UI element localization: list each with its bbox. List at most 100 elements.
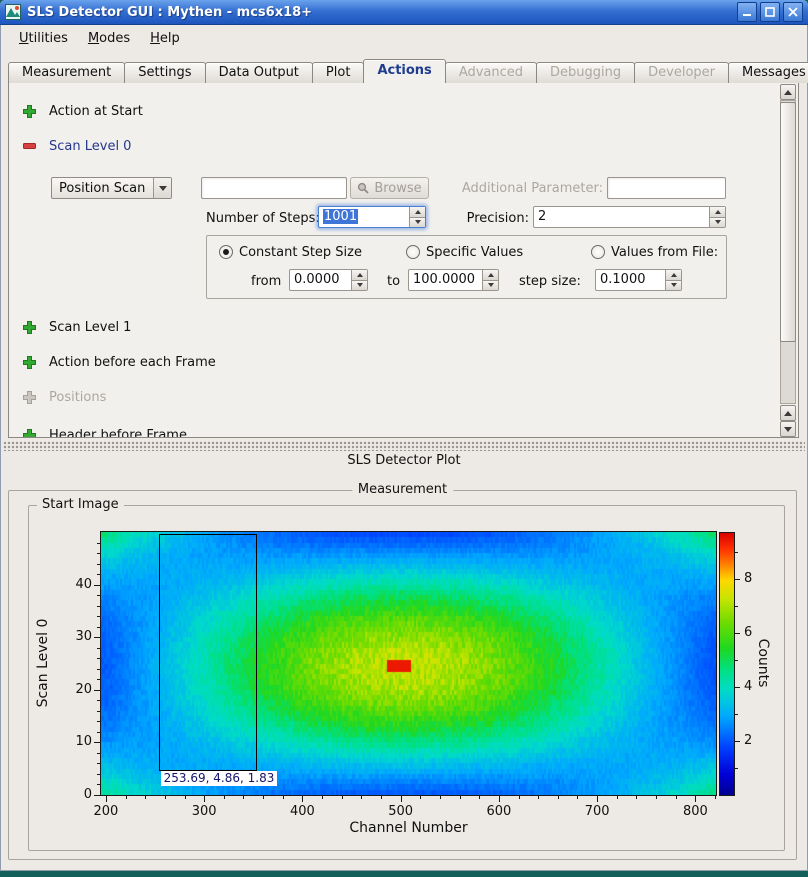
x-tick [302, 796, 303, 802]
spin-down-button[interactable] [665, 280, 681, 291]
spin-down-button[interactable] [351, 280, 367, 291]
x-tick-label: 500 [381, 804, 421, 820]
plus-icon[interactable] [23, 429, 36, 438]
radio-values-from-file[interactable]: Values from File: [591, 244, 718, 260]
minimize-button[interactable] [737, 2, 757, 22]
cursor-readout: 253.69, 4.86, 1.83 [161, 771, 278, 786]
minus-icon[interactable] [23, 143, 36, 150]
spin-up-icon [715, 210, 721, 214]
spin-down-button[interactable] [482, 280, 498, 291]
zoom-selection-rect [159, 534, 258, 771]
y-tick-label: 20 [52, 682, 92, 698]
y-tick-label: 0 [52, 787, 92, 803]
action-item-scan-level-0[interactable]: Scan Level 0 [23, 138, 131, 155]
action-item-label: Scan Level 0 [49, 139, 131, 154]
minimize-icon [742, 7, 752, 17]
x-minor-tick [263, 796, 264, 799]
precision-label: Precision: [457, 210, 529, 227]
from-label: from [251, 273, 281, 290]
plus-icon[interactable] [23, 321, 36, 334]
y-minor-tick [97, 679, 100, 680]
action-item-at-start[interactable]: Action at Start [23, 103, 143, 120]
x-minor-tick [460, 796, 461, 799]
spin-down-button[interactable] [409, 217, 425, 228]
splitter-handle[interactable] [3, 441, 805, 451]
tab-plot[interactable]: Plot [312, 62, 365, 83]
menu-utilities[interactable]: Utilities [11, 28, 76, 49]
spin-up-button[interactable] [409, 207, 425, 217]
spin-down-button[interactable] [709, 217, 725, 228]
scrollbar-thumb[interactable] [780, 102, 796, 342]
step-size-spinbox[interactable]: 0.1000 [595, 269, 682, 291]
close-icon [788, 7, 798, 17]
spin-up-button[interactable] [709, 207, 725, 217]
colorbar-tick [735, 579, 740, 580]
tab-debugging: Debugging [536, 62, 635, 83]
scan-mode-select[interactable]: Position Scan [51, 177, 172, 199]
y-minor-tick [97, 721, 100, 722]
radio-icon[interactable] [591, 245, 605, 259]
action-item-positions: Positions [23, 389, 106, 406]
x-minor-tick [165, 796, 166, 799]
tab-measurement[interactable]: Measurement [8, 62, 125, 83]
number-of-steps-spinbox[interactable]: 1001 [318, 206, 426, 228]
start-image-groupbox: Start Image Scan Level 0 Channel Number … [28, 505, 785, 851]
tab-actions[interactable]: Actions [363, 59, 445, 83]
spin-down-icon [415, 220, 421, 224]
number-of-steps-label: Number of Steps: [206, 210, 314, 227]
y-minor-tick [97, 774, 100, 775]
action-item-header-before-frame[interactable]: Header before Frame [23, 427, 187, 438]
spin-up-button[interactable] [482, 270, 498, 280]
radio-icon[interactable] [219, 245, 233, 259]
x-minor-tick [558, 796, 559, 799]
radio-specific-values[interactable]: Specific Values [406, 244, 523, 260]
from-spinbox[interactable]: 0.0000 [289, 269, 368, 291]
tab-data-output[interactable]: Data Output [205, 62, 313, 83]
combo-drop-button[interactable] [153, 178, 171, 198]
plus-icon[interactable] [23, 356, 36, 369]
scroll-up-button-2[interactable] [780, 405, 796, 421]
y-tick-label: 30 [52, 629, 92, 645]
colorbar-minor-tick [735, 606, 738, 607]
y-minor-tick [97, 669, 100, 670]
precision-spinbox[interactable]: 2 [533, 206, 726, 228]
tab-developer: Developer [634, 62, 729, 83]
menu-help[interactable]: Help [142, 28, 188, 49]
tab-messages[interactable]: Messages [728, 62, 808, 83]
x-minor-tick [283, 796, 284, 799]
x-minor-tick [440, 796, 441, 799]
title-bar[interactable]: SLS Detector GUI : Mythen - mcs6x18+ [0, 0, 808, 25]
spin-up-button[interactable] [351, 270, 367, 280]
maximize-button[interactable] [760, 2, 780, 22]
scroll-down-button[interactable] [780, 421, 796, 437]
browse-button: Browse [350, 177, 429, 199]
action-item-before-each-frame[interactable]: Action before each Frame [23, 354, 216, 371]
action-item-label: Header before Frame [49, 428, 187, 438]
x-minor-tick [126, 796, 127, 799]
radio-icon[interactable] [406, 245, 420, 259]
to-spinbox[interactable]: 100.0000 [408, 269, 499, 291]
y-minor-tick [97, 564, 100, 565]
additional-parameter-input[interactable] [607, 177, 726, 199]
menu-modes[interactable]: Modes [80, 28, 138, 49]
radio-constant-step-size[interactable]: Constant Step Size [219, 244, 362, 260]
colorbar-title: Counts [755, 639, 771, 688]
spin-up-icon [357, 273, 363, 277]
close-button[interactable] [783, 2, 803, 22]
spin-up-button[interactable] [665, 270, 681, 280]
y-minor-tick [97, 616, 100, 617]
action-item-scan-level-1[interactable]: Scan Level 1 [23, 319, 131, 336]
x-minor-tick [479, 796, 480, 799]
y-tick [94, 690, 100, 691]
y-minor-tick [97, 753, 100, 754]
vertical-scrollbar[interactable] [780, 84, 796, 437]
tab-settings[interactable]: Settings [124, 62, 205, 83]
x-minor-tick [224, 796, 225, 799]
plus-icon[interactable] [23, 105, 36, 118]
x-tick [106, 796, 107, 802]
scroll-up-button[interactable] [780, 84, 796, 100]
colorbar-tick [735, 741, 740, 742]
colorbar-tick-label: 2 [744, 733, 752, 749]
scan-script-input[interactable] [201, 177, 347, 199]
action-item-label: Action at Start [49, 104, 143, 119]
